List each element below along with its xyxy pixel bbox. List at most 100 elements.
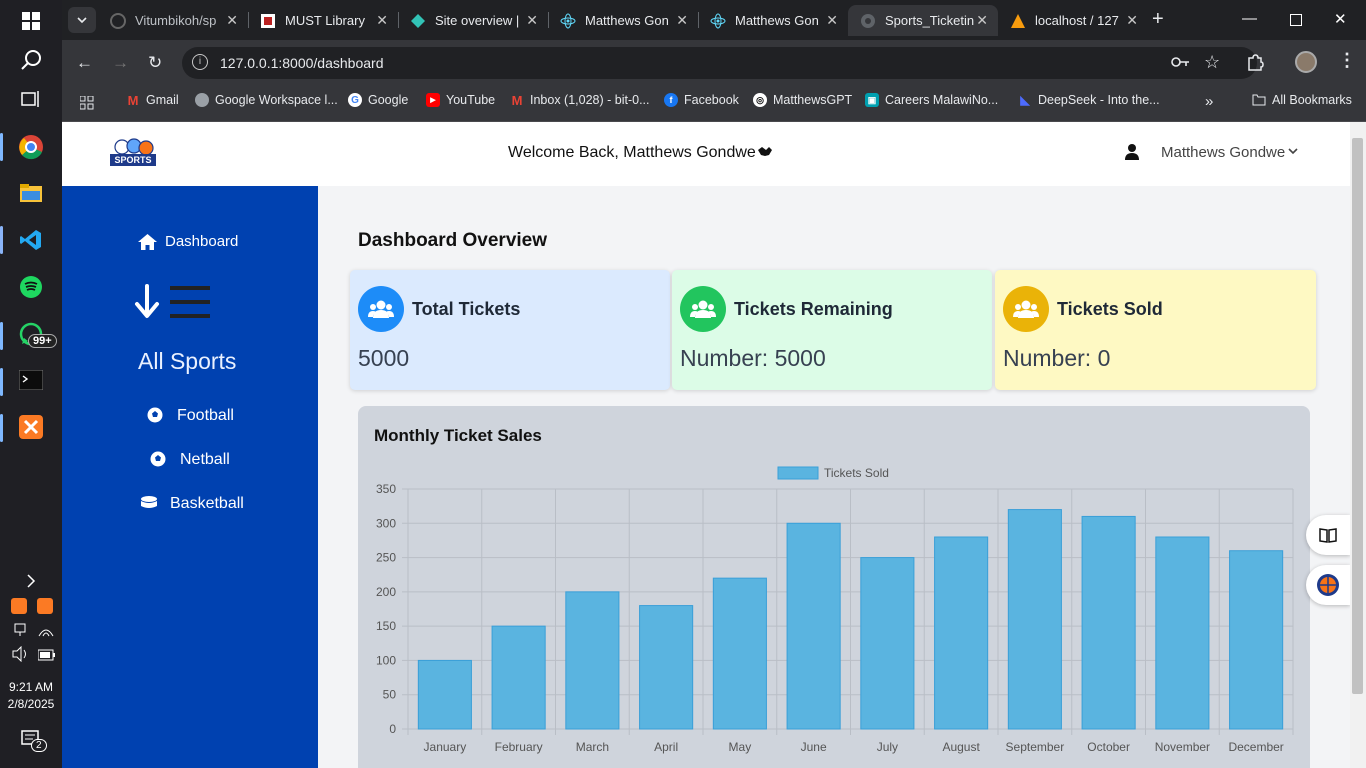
user-icon[interactable]: [1125, 144, 1139, 165]
close-icon[interactable]: ✕: [976, 12, 988, 29]
minimize-icon[interactable]: —: [1242, 10, 1257, 27]
bookmark-google-workspace[interactable]: Google Workspace l...: [195, 93, 338, 107]
url-text[interactable]: 127.0.0.1:8000/dashboard: [220, 55, 383, 71]
xampp-tray-icon[interactable]: [11, 598, 27, 614]
vscode-icon[interactable]: [15, 224, 47, 256]
apps-grid-icon[interactable]: [79, 95, 94, 115]
xampp-icon[interactable]: [15, 411, 47, 443]
forward-icon[interactable]: →: [112, 53, 129, 73]
chrome-icon[interactable]: [15, 131, 47, 163]
site-info-icon[interactable]: i: [192, 54, 208, 70]
sidebar-item-football[interactable]: Football: [147, 407, 234, 425]
y-tick-label: 50: [383, 688, 397, 702]
sidebar-item-label: Basketball: [170, 495, 244, 512]
x-tick-label: September: [1006, 740, 1065, 754]
windows-start-icon[interactable]: [15, 5, 47, 37]
menu-toggle[interactable]: [134, 284, 210, 329]
sidebar: Dashboard All Sports Football Netball Ba…: [62, 186, 318, 768]
browser-tab[interactable]: Matthews Gon ✕: [548, 5, 698, 36]
extension-assistant-icon[interactable]: [1306, 565, 1350, 605]
user-menu-name[interactable]: Matthews Gondwe: [1161, 144, 1285, 161]
y-tick-label: 200: [376, 585, 396, 599]
bookmark-star-icon[interactable]: ☆: [1204, 52, 1220, 73]
all-bookmarks[interactable]: All Bookmarks: [1252, 93, 1352, 107]
sidebar-item-dashboard[interactable]: Dashboard: [138, 233, 238, 250]
terminal-icon[interactable]: [15, 364, 47, 396]
task-view-icon[interactable]: [15, 83, 47, 115]
y-tick-label: 150: [376, 619, 396, 633]
close-icon[interactable]: ✕: [826, 12, 838, 29]
bar-july: [860, 557, 915, 730]
tab-search-button[interactable]: [68, 7, 96, 33]
open-app-indicator: [0, 368, 3, 396]
bookmark-label: Inbox (1,028) - bit-0...: [530, 93, 650, 107]
browser-tab[interactable]: Site overview | ✕: [398, 5, 548, 36]
close-icon[interactable]: ✕: [526, 12, 538, 29]
maximize-icon[interactable]: [1290, 14, 1302, 26]
x-tick-label: December: [1228, 740, 1283, 754]
bookmark-youtube[interactable]: ▶ YouTube: [426, 93, 495, 107]
network-icon[interactable]: [12, 622, 28, 638]
volume-icon[interactable]: [12, 645, 30, 663]
card-title: Tickets Sold: [1057, 299, 1163, 319]
sidebar-item-basketball[interactable]: Basketball: [140, 495, 244, 513]
sidebar-item-label: Football: [177, 407, 234, 424]
open-app-indicator: [0, 414, 3, 442]
browser-tab[interactable]: Matthews Gon ✕: [698, 5, 848, 36]
bookmark-deepseek[interactable]: ◣ DeepSeek - Into the...: [1018, 93, 1159, 107]
close-icon[interactable]: ✕: [226, 12, 238, 29]
bookmark-label: Gmail: [146, 93, 179, 107]
battery-icon[interactable]: [37, 648, 56, 661]
more-bookmarks-icon[interactable]: »: [1205, 93, 1213, 110]
close-window-icon[interactable]: ✕: [1334, 10, 1347, 28]
reading-mode-icon[interactable]: [1306, 515, 1350, 555]
address-bar[interactable]: i 127.0.0.1:8000/dashboard ☆: [182, 47, 1257, 79]
page-scrollbar[interactable]: [1350, 122, 1366, 768]
chevron-down-icon[interactable]: [1288, 146, 1298, 158]
browser-tab-active[interactable]: Sports_Ticketin ✕: [848, 5, 998, 36]
chrome-menu-icon[interactable]: ⋮: [1338, 50, 1356, 71]
close-icon[interactable]: ✕: [1126, 12, 1138, 29]
chevron-down-icon: [77, 16, 87, 23]
close-icon[interactable]: ✕: [676, 12, 688, 29]
bookmark-matthewsgpt[interactable]: ◎ MatthewsGPT: [753, 93, 852, 107]
bookmark-inbox[interactable]: M Inbox (1,028) - bit-0...: [510, 93, 650, 108]
new-tab-icon[interactable]: +: [1152, 9, 1164, 29]
phpmyadmin-icon: [1010, 13, 1026, 29]
bookmark-label: Careers MalawiNo...: [885, 93, 999, 107]
x-tick-label: February: [495, 740, 543, 754]
browser-tab[interactable]: Vitumbikoh/sp ✕: [98, 5, 248, 36]
openai-icon: ◎: [753, 93, 767, 107]
spotify-icon[interactable]: [15, 271, 47, 303]
sidebar-item-netball[interactable]: Netball: [150, 451, 230, 469]
scrollbar-thumb[interactable]: [1352, 138, 1363, 694]
password-key-icon[interactable]: [1170, 54, 1190, 75]
y-tick-label: 300: [376, 516, 396, 530]
xampp-tray-icon[interactable]: [37, 598, 53, 614]
bookmark-facebook[interactable]: f Facebook: [664, 93, 739, 107]
legend-label: Tickets Sold: [824, 466, 889, 480]
app-header: SPORTS Welcome Back, Matthews Gondwe Mat…: [62, 122, 1350, 186]
clock-date[interactable]: 2/8/2025: [0, 697, 62, 711]
bookmark-label: Google: [368, 93, 409, 107]
bookmark-gmail[interactable]: M Gmail: [126, 93, 179, 108]
search-icon[interactable]: [15, 44, 47, 76]
extensions-icon[interactable]: [1246, 53, 1264, 76]
profile-avatar[interactable]: [1295, 51, 1317, 73]
browser-tab[interactable]: localhost / 127 ✕: [998, 5, 1148, 36]
chevron-right-icon[interactable]: [15, 567, 47, 595]
bar-february: [491, 625, 546, 730]
back-icon[interactable]: ←: [76, 53, 93, 73]
close-icon[interactable]: ✕: [376, 12, 388, 29]
users-icon: [1003, 286, 1049, 332]
file-explorer-icon[interactable]: [15, 177, 47, 209]
wifi-icon[interactable]: [38, 622, 54, 638]
y-tick-label: 100: [376, 653, 396, 667]
reload-icon[interactable]: ↻: [148, 53, 162, 73]
clock-time[interactable]: 9:21 AM: [0, 680, 62, 694]
bookmark-google[interactable]: G Google: [348, 93, 408, 107]
sports-logo[interactable]: SPORTS: [110, 138, 156, 168]
browser-tab[interactable]: MUST Library ✕: [248, 5, 398, 36]
bookmark-careers-malawi[interactable]: ▣ Careers MalawiNo...: [865, 93, 998, 107]
home-icon: [138, 233, 157, 250]
